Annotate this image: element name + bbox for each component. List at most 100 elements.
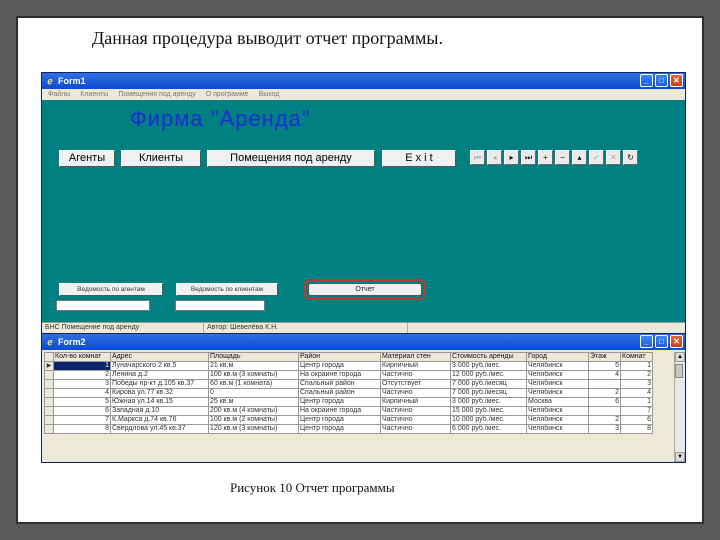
- table-row[interactable]: 7 К.Маркса д.74 кв.76 100 кв.м (2 комнаты)…: [44, 415, 653, 425]
- table-cell[interactable]: Отсутствует: [380, 379, 451, 389]
- table-cell[interactable]: 60 кв.м (1 комната): [208, 379, 299, 389]
- minimize-icon[interactable]: _: [640, 74, 653, 87]
- table-cell[interactable]: 1: [620, 361, 653, 371]
- navigator-delete-button[interactable]: −: [555, 150, 570, 165]
- table-cell[interactable]: Кирпичный: [380, 397, 451, 407]
- table-cell[interactable]: Частично: [380, 424, 451, 434]
- table-cell[interactable]: 6: [620, 415, 653, 425]
- row-indicator[interactable]: [44, 397, 54, 407]
- table-cell[interactable]: 10 000 руб./мес.: [450, 415, 527, 425]
- navigator-refresh-button[interactable]: ↻: [623, 150, 638, 165]
- table-cell[interactable]: Центр города: [298, 361, 381, 371]
- premises-button[interactable]: Помещения под аренду: [207, 150, 375, 167]
- navigator-first-button[interactable]: ⏮: [470, 150, 485, 165]
- navigator-cancel-button[interactable]: ✕: [606, 150, 621, 165]
- row-indicator[interactable]: [44, 379, 54, 389]
- menu-item-about[interactable]: О программе: [206, 91, 249, 98]
- table-cell[interactable]: 4: [620, 388, 653, 398]
- table-cell[interactable]: 12 000 руб./мес.: [450, 370, 527, 380]
- table-row[interactable]: 5 Южная ул.14 кв.15 25 кв.м Центр города Кир…: [44, 397, 653, 407]
- table-row[interactable]: 4 Кирова ул.77 кв.32 0 Спальный район Частич…: [44, 388, 653, 398]
- column-header[interactable]: Адрес: [110, 352, 209, 362]
- table-cell[interactable]: 6 000 руб./мес.: [450, 424, 527, 434]
- table-cell[interactable]: 21 кв.м: [208, 361, 299, 371]
- table-cell[interactable]: 120 кв.м (3 комнаты): [208, 424, 299, 434]
- navigator-last-button[interactable]: ⏭: [521, 150, 536, 165]
- navigator-edit-button[interactable]: ▴: [572, 150, 587, 165]
- row-indicator[interactable]: [44, 370, 54, 380]
- close-icon[interactable]: ✕: [670, 74, 683, 87]
- table-cell[interactable]: Центр города: [298, 397, 381, 407]
- table-row[interactable]: 8 Свердлова ул.45 кв.37 120 кв.м (3 комнат…: [44, 424, 653, 434]
- table-cell[interactable]: 6: [53, 406, 111, 416]
- table-cell[interactable]: 15 000 руб./мес.: [450, 406, 527, 416]
- scroll-down-icon[interactable]: ▼: [675, 452, 685, 462]
- scroll-up-icon[interactable]: ▲: [675, 352, 685, 362]
- table-cell[interactable]: 25 кв.м: [208, 397, 299, 407]
- maximize-icon[interactable]: □: [655, 74, 668, 87]
- column-header[interactable]: Площадь: [208, 352, 299, 362]
- table-cell[interactable]: 7: [620, 406, 653, 416]
- table-cell[interactable]: Центр города: [298, 415, 381, 425]
- table-cell[interactable]: 2: [53, 370, 111, 380]
- table-cell[interactable]: 3: [53, 379, 111, 389]
- premises-grid[interactable]: Кол-во комнат Адрес Площадь Район Матери…: [44, 352, 672, 462]
- menu-item-clients[interactable]: Клиенты: [80, 91, 108, 98]
- table-cell[interactable]: 4: [53, 388, 111, 398]
- form2-titlebar[interactable]: ℯ Form2 _ □ ✕: [42, 334, 685, 350]
- table-cell[interactable]: Свердлова ул.45 кв.37: [110, 424, 209, 434]
- table-cell[interactable]: 100 кв.м (2 комнаты): [208, 415, 299, 425]
- table-cell[interactable]: Частично: [380, 415, 451, 425]
- scroll-thumb[interactable]: [675, 364, 683, 378]
- table-cell[interactable]: Частично: [380, 370, 451, 380]
- column-header[interactable]: Комнат: [620, 352, 653, 362]
- column-header[interactable]: Район: [298, 352, 381, 362]
- table-row[interactable]: 6 Западная д.10 200 кв.м (4 комнаты) На окр…: [44, 406, 653, 416]
- navigator-insert-button[interactable]: +: [538, 150, 553, 165]
- table-cell[interactable]: 3: [588, 424, 621, 434]
- table-cell[interactable]: Южная ул.14 кв.15: [110, 397, 209, 407]
- row-indicator[interactable]: ▶: [44, 361, 54, 371]
- table-cell[interactable]: 7: [53, 415, 111, 425]
- clients-button[interactable]: Клиенты: [121, 150, 201, 167]
- navigator-post-button[interactable]: ✓: [589, 150, 604, 165]
- table-cell[interactable]: Челябинск: [526, 415, 589, 425]
- menu-item-exit[interactable]: Выход: [259, 91, 280, 98]
- table-cell[interactable]: На окраине города: [298, 406, 381, 416]
- table-cell[interactable]: 7 000 руб./месяц: [450, 388, 527, 398]
- table-cell[interactable]: 2: [588, 388, 621, 398]
- table-cell[interactable]: Челябинск: [526, 361, 589, 371]
- table-cell[interactable]: Москва: [526, 397, 589, 407]
- menu-item-files[interactable]: Файлы: [48, 91, 70, 98]
- table-row[interactable]: 2 Ленина д.2 100 кв.м (3 комнаты) На окраин…: [44, 370, 653, 380]
- agents-report-button[interactable]: Ведомость по агентам: [59, 283, 163, 296]
- column-header[interactable]: Стоимость аренды: [450, 352, 527, 362]
- table-cell[interactable]: Западная д.10: [110, 406, 209, 416]
- table-cell[interactable]: Победы пр-кт д.105 кв.37: [110, 379, 209, 389]
- table-cell[interactable]: К.Маркса д.74 кв.76: [110, 415, 209, 425]
- clients-report-button[interactable]: Ведомость по клиентам: [176, 283, 278, 296]
- table-cell[interactable]: Челябинск: [526, 388, 589, 398]
- table-cell[interactable]: Кирпичный: [380, 361, 451, 371]
- table-cell[interactable]: 3: [620, 379, 653, 389]
- table-cell[interactable]: 2: [588, 415, 621, 425]
- agents-button[interactable]: Агенты: [59, 150, 115, 167]
- table-cell[interactable]: 5: [53, 397, 111, 407]
- column-header[interactable]: Кол-во комнат: [53, 352, 111, 362]
- column-header[interactable]: Материал стен: [380, 352, 451, 362]
- table-cell[interactable]: 2: [620, 370, 653, 380]
- table-cell[interactable]: Луначарского 2 кв.5: [110, 361, 209, 371]
- report-button[interactable]: Отчет: [304, 279, 426, 300]
- table-row[interactable]: ▶ 1 Луначарского 2 кв.5 21 кв.м Центр города…: [44, 361, 653, 371]
- navigator-next-button[interactable]: ▸: [504, 150, 519, 165]
- table-cell[interactable]: На окраине города: [298, 370, 381, 380]
- table-cell[interactable]: 100 кв.м (3 комнаты): [208, 370, 299, 380]
- table-cell[interactable]: 6: [588, 397, 621, 407]
- form2-scrollbar[interactable]: ▲ ▼: [674, 352, 685, 462]
- row-indicator[interactable]: [44, 388, 54, 398]
- table-cell[interactable]: 1: [620, 397, 653, 407]
- table-cell[interactable]: Челябинск: [526, 379, 589, 389]
- agents-report-field[interactable]: [56, 300, 150, 311]
- column-header[interactable]: Город: [526, 352, 589, 362]
- table-cell[interactable]: Центр города: [298, 424, 381, 434]
